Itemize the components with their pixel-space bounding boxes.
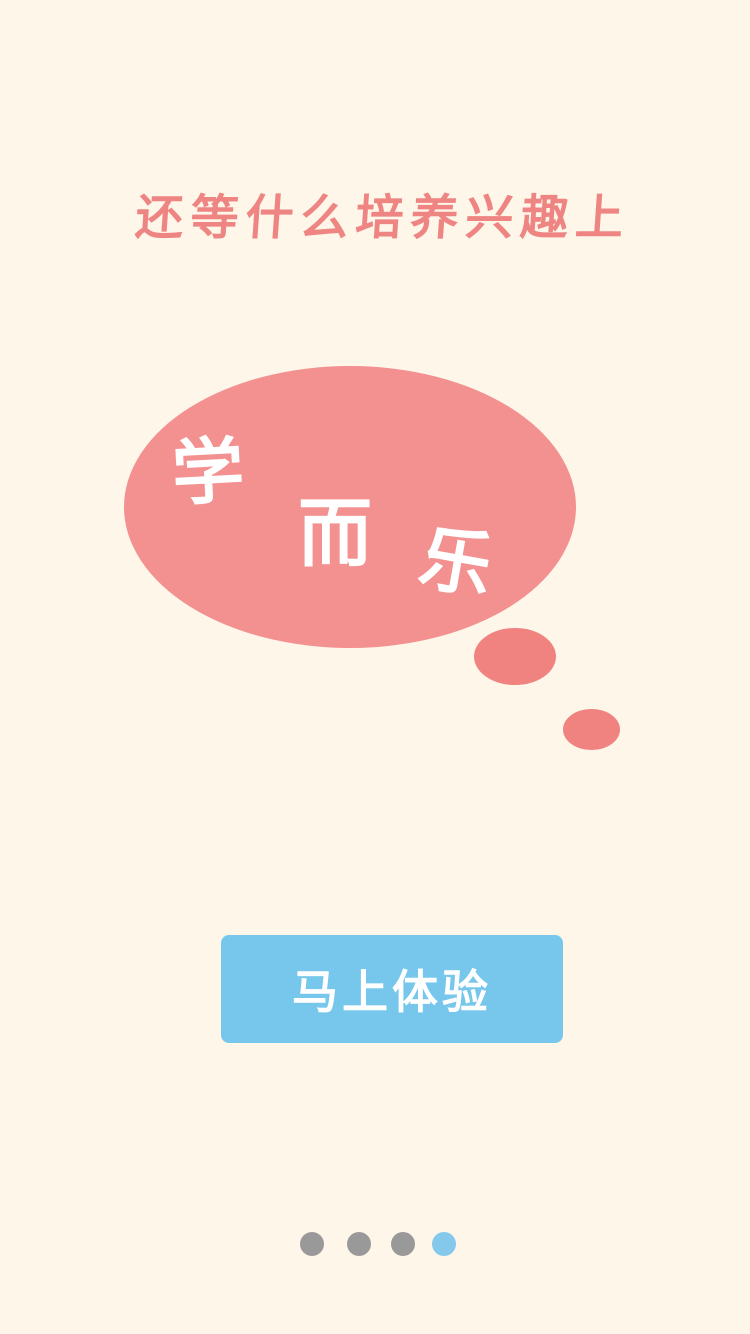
page-indicator	[0, 1232, 750, 1256]
page-dot-2[interactable]	[347, 1232, 371, 1256]
page-dot-3[interactable]	[391, 1232, 415, 1256]
thought-bubble-small-circle	[563, 709, 620, 750]
thought-bubble-mid-circle	[474, 628, 556, 685]
bubble-char-er: 而	[298, 491, 372, 577]
try-now-button[interactable]: 马上体验	[221, 935, 563, 1043]
headline: 还等什么培养兴趣上	[133, 190, 633, 246]
bubble-char-xue: 学	[169, 427, 247, 516]
onboarding-page: 还等什么培养兴趣上 学 而 乐 马上体验	[0, 0, 750, 1334]
page-dot-4-active[interactable]	[432, 1232, 456, 1256]
bubble-char-le: 乐	[413, 513, 499, 610]
page-dot-1[interactable]	[300, 1232, 324, 1256]
